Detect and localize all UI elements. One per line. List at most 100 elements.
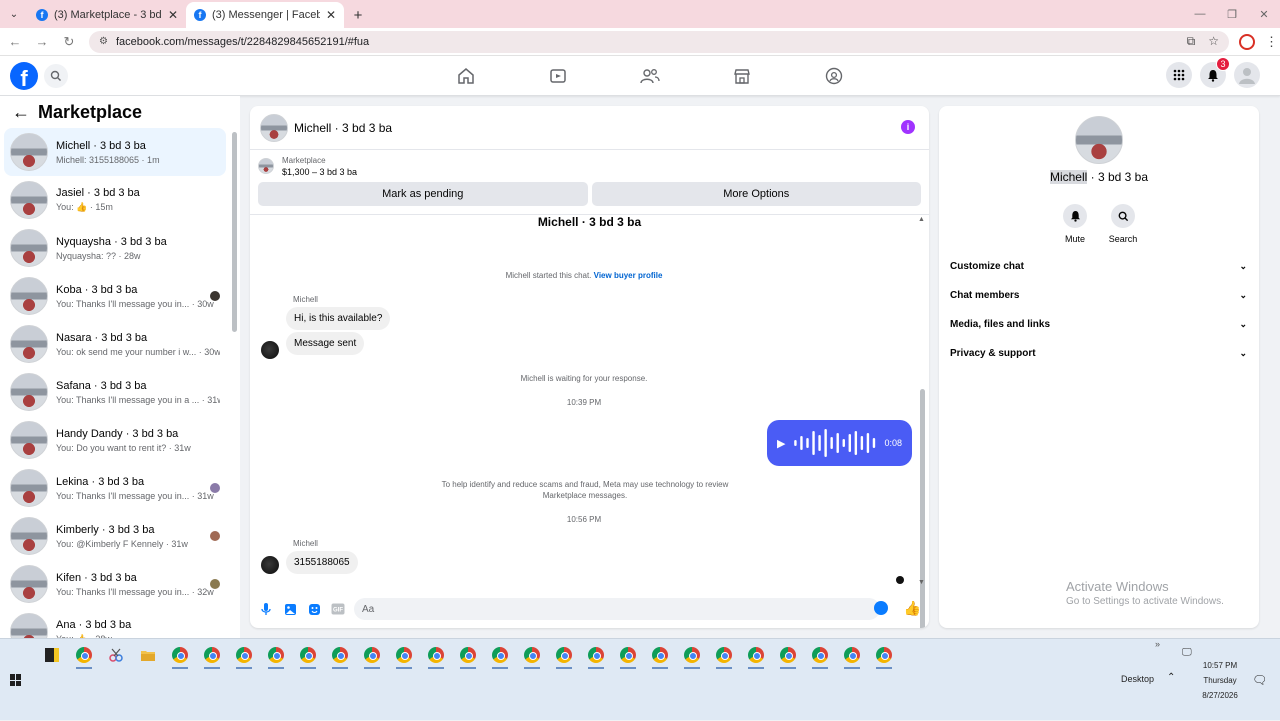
desktop-toolbar-label[interactable]: Desktop <box>1121 674 1154 684</box>
chrome-app-icon[interactable] <box>712 643 736 669</box>
chrome-app-icon[interactable] <box>328 643 352 669</box>
bookmark-star-icon[interactable]: ☆ <box>1208 34 1219 48</box>
marketplace-icon[interactable] <box>696 56 788 96</box>
view-buyer-profile-link[interactable]: View buyer profile <box>594 271 663 280</box>
details-title[interactable]: Michell · 3 bd 3 ba <box>939 170 1259 184</box>
browser-tab-marketplace[interactable]: f (3) Marketplace - 3 bd 3 ba | Fa ✕ <box>28 2 186 28</box>
sticky-notes-app-icon[interactable] <box>40 643 64 667</box>
details-section-toggle[interactable]: Chat members ⌄ <box>939 281 1259 310</box>
list-scrollbar[interactable] <box>232 132 237 332</box>
system-clock[interactable]: 10:57 PM Thursday 8/27/2026 <box>1196 658 1244 703</box>
new-tab-button[interactable]: + <box>344 2 372 28</box>
chrome-app-icon[interactable] <box>360 643 384 669</box>
groups-icon[interactable] <box>788 56 880 96</box>
photo-icon[interactable] <box>282 601 298 617</box>
overflow-chevron-icon[interactable]: » <box>1155 639 1160 649</box>
play-icon[interactable]: ▶ <box>777 437 785 450</box>
sticker-icon[interactable] <box>306 601 322 617</box>
file-explorer-app-icon[interactable] <box>136 643 160 667</box>
conversation-item[interactable]: Nyquaysha · 3 bd 3 ba Nyquaysha: ?? · 28w <box>4 224 226 272</box>
back-arrow-icon[interactable]: ← <box>12 102 30 123</box>
browser-menu-icon[interactable]: ⋮ <box>1265 34 1278 50</box>
details-section-toggle[interactable]: Privacy & support ⌄ <box>939 339 1259 368</box>
gif-icon[interactable]: GIF <box>330 601 346 617</box>
chrome-app-icon[interactable] <box>488 643 512 669</box>
network-icon[interactable]: 🖵 <box>1182 647 1192 658</box>
chrome-app-icon[interactable] <box>520 643 544 669</box>
chrome-app-icon[interactable] <box>584 643 608 669</box>
thumbs-up-icon[interactable]: 👍 <box>904 600 921 617</box>
chrome-app-icon[interactable] <box>264 643 288 669</box>
message-bubble[interactable]: 3155188065 <box>286 551 358 574</box>
mark-as-pending-button[interactable]: Mark as pending <box>258 182 588 206</box>
notification-center-icon[interactable]: 🗨 <box>1252 673 1267 687</box>
video-icon[interactable] <box>512 56 604 96</box>
friends-icon[interactable] <box>604 56 696 96</box>
emoji-icon[interactable] <box>874 601 888 615</box>
mute-button[interactable]: Mute <box>1062 204 1088 244</box>
back-arrow-icon[interactable]: ← <box>3 34 27 49</box>
message-bubble[interactable]: Hi, is this available? <box>286 307 391 330</box>
message-input[interactable]: Aa <box>354 598 888 620</box>
tab-search-chevron-icon[interactable]: ⌄ <box>0 0 28 28</box>
conversation-item[interactable]: Michell · 3 bd 3 ba Michell: 3155188065 ·… <box>4 128 226 176</box>
microphone-icon[interactable] <box>258 601 274 617</box>
conversation-info-icon[interactable]: i <box>901 120 915 134</box>
snipping-tool-app-icon[interactable] <box>104 643 128 667</box>
chat-title[interactable]: Michell · 3 bd 3 ba <box>294 121 392 135</box>
show-hidden-icons-chevron-icon[interactable]: ⌃ <box>1167 672 1175 683</box>
menu-grid-icon[interactable] <box>1166 62 1192 88</box>
thread-scrollbar[interactable] <box>920 389 925 628</box>
notifications-bell-icon[interactable]: 3 <box>1200 57 1230 88</box>
forward-arrow-icon[interactable]: → <box>30 34 54 49</box>
chat-avatar[interactable] <box>260 113 288 142</box>
windows-start-icon[interactable] <box>10 674 22 686</box>
install-app-icon[interactable]: ⧉ <box>1187 34 1196 48</box>
chrome-app-icon[interactable] <box>200 643 224 669</box>
details-section-toggle[interactable]: Customize chat ⌄ <box>939 252 1259 281</box>
conversation-item[interactable]: Ana · 3 bd 3 baYou: 👍 · 38w <box>4 608 226 638</box>
conversation-item[interactable]: Nasara · 3 bd 3 ba You: ok send me your n… <box>4 320 226 368</box>
reload-icon[interactable]: ↻ <box>57 34 81 50</box>
scroll-up-icon[interactable]: ▲ <box>918 216 925 223</box>
conversation-item[interactable]: Kifen · 3 bd 3 ba You: Thanks I'll messag… <box>4 560 226 608</box>
search-conversation-button[interactable]: Search <box>1109 204 1137 244</box>
minimize-icon[interactable]: — <box>1184 0 1216 28</box>
scroll-down-icon[interactable]: ▼ <box>918 579 925 586</box>
conversation-item[interactable]: Handy Dandy · 3 bd 3 ba You: Do you want … <box>4 416 226 464</box>
listing-summary[interactable]: Marketplace $1,300 – 3 bd 3 ba <box>250 150 929 182</box>
url-field[interactable]: ⚙ facebook.com/messages/t/22848298456521… <box>89 30 1229 53</box>
more-options-button[interactable]: More Options <box>591 182 921 206</box>
conversation-item[interactable]: Jasiel · 3 bd 3 ba You: 👍 · 15m <box>4 176 226 224</box>
chrome-app-icon[interactable] <box>392 643 416 669</box>
details-section-toggle[interactable]: Media, files and links ⌄ <box>939 310 1259 339</box>
account-avatar[interactable] <box>1234 62 1260 88</box>
conversation-item[interactable]: Safana · 3 bd 3 ba You: Thanks I'll messa… <box>4 368 226 416</box>
close-window-icon[interactable]: ✕ <box>1248 0 1280 28</box>
close-tab-icon[interactable]: ✕ <box>326 8 336 22</box>
browser-tab-messenger[interactable]: f (3) Messenger | Facebook ✕ <box>186 2 344 28</box>
chrome-app-icon[interactable] <box>872 643 896 669</box>
chrome-app-icon[interactable] <box>840 643 864 669</box>
details-avatar[interactable] <box>1075 116 1123 164</box>
conversation-item[interactable]: Lekina · 3 bd 3 ba You: Thanks I'll messa… <box>4 464 226 512</box>
chrome-app-icon[interactable] <box>680 643 704 669</box>
chrome-app-icon[interactable] <box>776 643 800 669</box>
chrome-app-icon[interactable] <box>168 643 192 669</box>
chrome-app-icon[interactable] <box>552 643 576 669</box>
chrome-app-icon[interactable] <box>424 643 448 669</box>
chrome-app-icon[interactable] <box>808 643 832 669</box>
chrome-app-icon[interactable] <box>648 643 672 669</box>
search-icon[interactable] <box>44 64 68 88</box>
close-tab-icon[interactable]: ✕ <box>168 8 178 22</box>
chrome-app-icon[interactable] <box>616 643 640 669</box>
conversation-item[interactable]: Kimberly · 3 bd 3 ba You: @Kimberly F Ken… <box>4 512 226 560</box>
site-settings-icon[interactable]: ⚙ <box>99 36 108 47</box>
sender-avatar[interactable] <box>261 556 279 574</box>
chrome-app-icon[interactable] <box>72 643 96 669</box>
conversation-item[interactable]: Koba · 3 bd 3 ba You: Thanks I'll message… <box>4 272 226 320</box>
home-icon[interactable] <box>420 56 512 96</box>
chrome-app-icon[interactable] <box>456 643 480 669</box>
chrome-app-icon[interactable] <box>744 643 768 669</box>
chrome-app-icon[interactable] <box>232 643 256 669</box>
